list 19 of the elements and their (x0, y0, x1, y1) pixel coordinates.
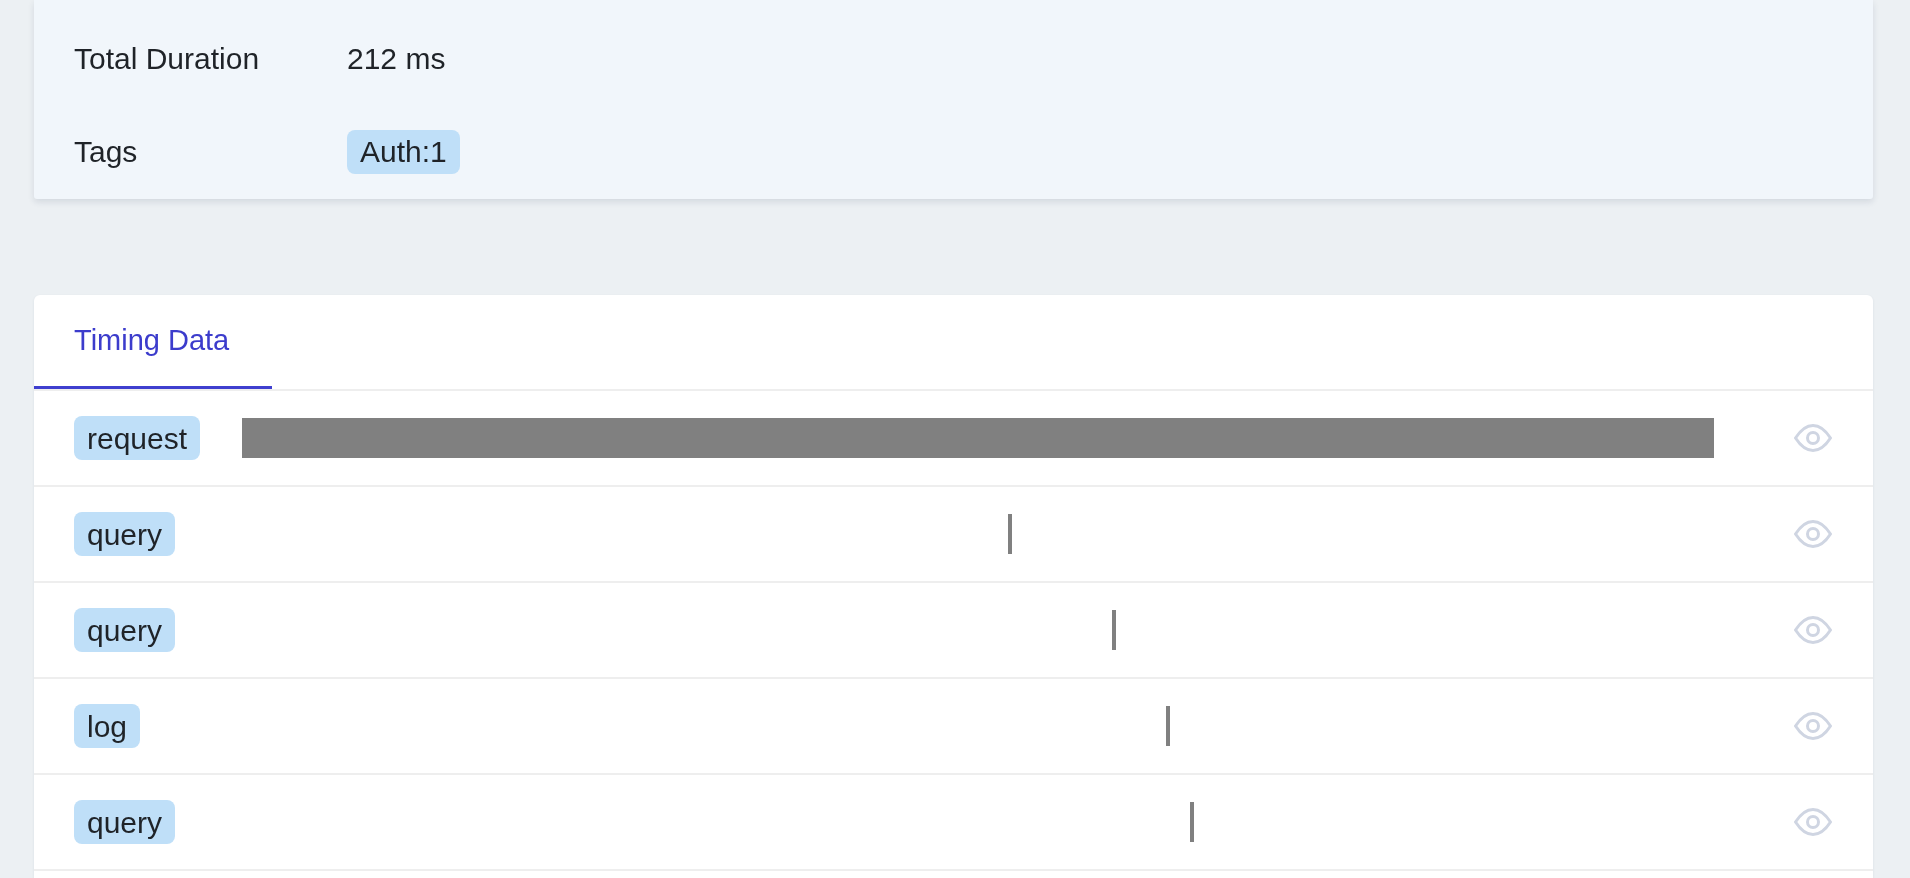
field-label: Tags (74, 134, 139, 170)
timing-bar (1111, 610, 1117, 650)
span-name-badge: query (74, 800, 176, 844)
timing-bar (1189, 802, 1195, 842)
tab[interactable]: Timing Data (34, 295, 272, 389)
tag-badge: Auth:1 (347, 129, 460, 174)
timing-bar (1008, 514, 1013, 554)
eye-icon[interactable] (1794, 808, 1832, 836)
span-name-badge: request (74, 416, 201, 460)
eye-icon[interactable] (1794, 520, 1832, 548)
field-label: Total Duration (74, 41, 261, 77)
span-name-badge: query (74, 512, 176, 556)
eye-icon[interactable] (1794, 616, 1832, 644)
eye-icon[interactable] (1794, 424, 1832, 452)
eye-icon[interactable] (1794, 712, 1832, 740)
span-name-badge: log (74, 704, 141, 748)
span-name-badge: query (74, 608, 176, 652)
timing-bar (1165, 706, 1171, 746)
field-value: 212 ms (347, 41, 446, 77)
